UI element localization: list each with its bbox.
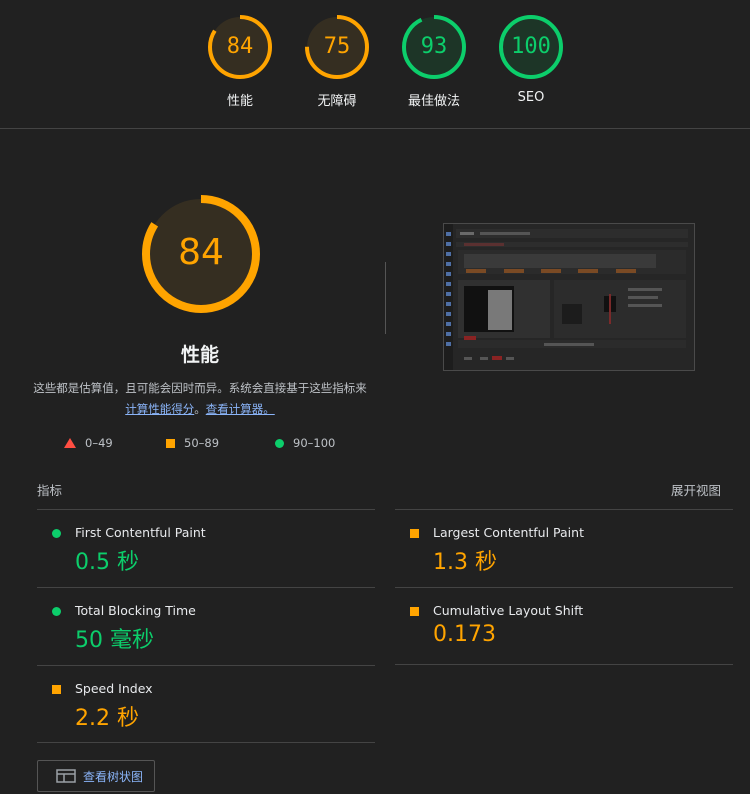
- metric-value: 2.2 秒: [75, 706, 139, 731]
- metric-name: Largest Contentful Paint: [433, 525, 584, 540]
- expand-view-toggle[interactable]: 展开视图: [671, 480, 721, 499]
- pass-indicator-icon: [52, 529, 61, 538]
- metric-value: 50 毫秒: [75, 628, 154, 653]
- score-label: SEO: [517, 90, 545, 105]
- score-label: 最佳做法: [407, 94, 460, 109]
- view-calculator-link[interactable]: 查看计算器。: [206, 402, 275, 416]
- legend-average: 50–89: [166, 436, 219, 450]
- metrics-divider: [37, 742, 375, 743]
- circle-icon: [275, 438, 284, 448]
- metrics-divider: [395, 664, 733, 665]
- view-treemap-button[interactable]: 查看树状图: [37, 760, 155, 792]
- metrics-header: 指标 展开视图: [37, 480, 721, 499]
- metric-name: Cumulative Layout Shift: [433, 603, 584, 618]
- final-screenshot[interactable]: [443, 223, 695, 371]
- metric-name: Total Blocking Time: [75, 603, 196, 618]
- metric-value: 0.5 秒: [75, 550, 139, 575]
- performance-description: 这些都是估算值，且可能会因时而异。系统会直接基于这些指标来计算性能得分。查看计算…: [30, 378, 370, 420]
- description-period: 。: [194, 402, 206, 416]
- triangle-icon: [64, 438, 76, 448]
- score-value: 100: [511, 34, 551, 59]
- score-gauge-performance[interactable]: 84 性能: [207, 14, 273, 109]
- legend-range: 50–89: [184, 436, 220, 450]
- metric-tbt: Total Blocking Time 50 毫秒: [37, 587, 375, 665]
- average-indicator-icon: [410, 529, 419, 538]
- metrics-title: 指标: [37, 483, 63, 498]
- page-screenshot-image: [444, 224, 694, 370]
- description-text: 这些都是估算值，且可能会因时而异。系统会直接基于这些指标来: [33, 381, 367, 395]
- metric-lcp: Largest Contentful Paint 1.3 秒: [395, 509, 733, 587]
- treemap-icon: [56, 769, 76, 783]
- score-gauge-accessibility[interactable]: 75 无障碍: [304, 14, 370, 109]
- metric-value: 0.173: [433, 622, 496, 647]
- vertical-divider: [385, 262, 386, 334]
- legend-pass: 90–100: [275, 436, 335, 450]
- average-indicator-icon: [410, 607, 419, 616]
- score-gauge-best-practices[interactable]: 93 最佳做法: [401, 14, 467, 109]
- metric-speed-index: Speed Index 2.2 秒: [37, 665, 375, 743]
- average-indicator-icon: [52, 685, 61, 694]
- metric-value: 1.3 秒: [433, 550, 497, 575]
- square-icon: [166, 438, 175, 448]
- legend-fail: 0–49: [64, 436, 113, 450]
- view-treemap-label: 查看树状图: [83, 769, 144, 784]
- category-scores-bar: 84 性能 75 无障碍 93 最佳做法 100 SEO: [0, 0, 750, 129]
- score-value: 93: [420, 34, 448, 59]
- metric-cls: Cumulative Layout Shift 0.173: [395, 587, 733, 665]
- score-label: 无障碍: [317, 94, 357, 109]
- score-gauge-seo[interactable]: 100 SEO: [498, 14, 564, 105]
- metric-name: First Contentful Paint: [75, 525, 206, 540]
- performance-gauge: 84: [141, 194, 261, 314]
- score-label: 性能: [226, 94, 253, 109]
- legend-range: 0–49: [85, 436, 113, 450]
- legend-range: 90–100: [293, 436, 336, 450]
- score-legend: 0–49 50–89 90–100: [0, 436, 400, 452]
- pass-indicator-icon: [52, 607, 61, 616]
- performance-score: 84: [178, 232, 224, 273]
- score-value: 75: [323, 34, 351, 59]
- performance-title: 性能: [180, 344, 219, 366]
- metric-name: Speed Index: [75, 681, 153, 696]
- score-value: 84: [226, 34, 254, 59]
- metric-fcp: First Contentful Paint 0.5 秒: [37, 509, 375, 587]
- calculate-score-link[interactable]: 计算性能得分: [125, 402, 194, 416]
